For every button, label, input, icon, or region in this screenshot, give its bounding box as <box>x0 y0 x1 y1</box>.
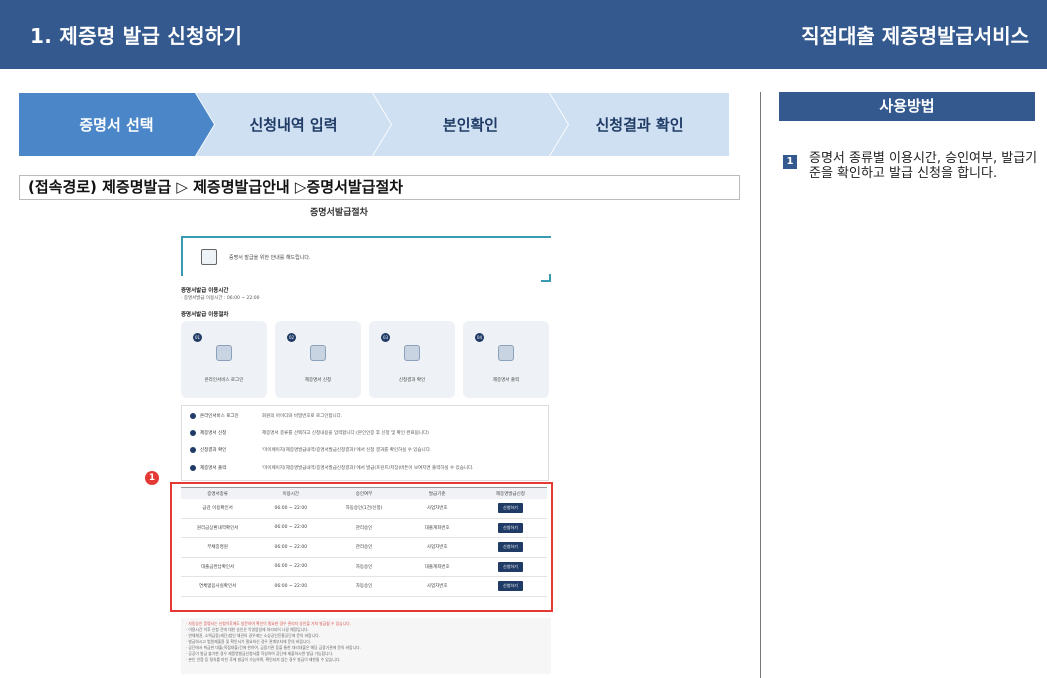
notes-box: · 자동승인 증명서는 신청이후에도 방문하여 확인이 필요한 경우 관리자 승… <box>181 618 551 674</box>
document-icon <box>201 249 217 265</box>
card-number: 01 <box>193 333 202 342</box>
highlight-box <box>170 482 553 612</box>
desc-label: 신청결과 확인 <box>190 447 250 453</box>
annotation-badge: 1 <box>145 471 159 485</box>
hours-title: 증명서발급 이용시간 <box>181 288 229 294</box>
procedure-descriptions: 온라인서비스 로그인 회원의 아이디와 비밀번호로 로그인합니다. 제증명서 신… <box>181 405 549 481</box>
card-number: 04 <box>475 333 484 342</box>
card-label: 제증명서 출력 <box>492 378 520 383</box>
service-name: 직접대출 제증명발급서비스 <box>801 24 1029 48</box>
embedded-title: 증명서발급절차 <box>310 208 368 218</box>
building-icon <box>310 345 326 361</box>
card-apply: 02 제증명서 신청 <box>275 321 361 398</box>
desc-row: 제증명서 신청 제증명서 종류를 선택하고 신청내용을 입력합니다.(본인인증 … <box>190 427 429 439</box>
usage-header: 사용방법 <box>779 92 1035 121</box>
card-label: 온라인서비스 로그인 <box>204 378 244 383</box>
card-result: 03 신청결과 확인 <box>369 321 455 398</box>
step-enter-details: 신청내역 입력 <box>196 93 391 156</box>
login-icon <box>216 345 232 361</box>
step-identity-check: 본인확인 <box>373 93 568 156</box>
desc-label: 제증명서 신청 <box>190 430 250 436</box>
step-select-certificate: 증명서 선택 <box>19 93 214 156</box>
usage-instruction: 증명서 종류별 이용시간, 승인여부, 발급기준을 확인하고 발급 신청을 합니… <box>809 151 1038 181</box>
step-progress: 증명서 선택 신청내역 입력 본인확인 신청결과 확인 <box>19 93 729 156</box>
card-login: 01 온라인서비스 로그인 <box>181 321 267 398</box>
hours-text: · 증명서발급 이용시간 : 06:00 ~ 22:00 <box>181 296 260 301</box>
desc-label: 제증명서 출력 <box>190 465 250 471</box>
step-check-result: 신청결과 확인 <box>550 93 729 156</box>
top-header: 1. 제증명 발급 신청하기 직접대출 제증명발급서비스 <box>0 0 1047 69</box>
printer-icon <box>498 345 514 361</box>
desc-row: 온라인서비스 로그인 회원의 아이디와 비밀번호로 로그인합니다. <box>190 410 342 422</box>
guide-banner: 증명서 발급을 위한 안내를 해드립니다. <box>181 236 551 282</box>
desc-text: 회원의 아이디와 비밀번호로 로그인합니다. <box>262 414 343 419</box>
desc-row: 신청결과 확인 '마이페이지(제증명발급내역/증명서발급신청결과)'에서 신청 … <box>190 444 431 456</box>
banner-text: 증명서 발급을 위한 안내를 해드립니다. <box>229 254 311 261</box>
procedure-title: 증명서발급 이용절차 <box>181 312 229 318</box>
access-route: (접속경로) 제증명발급 ▷ 제증명발급안내 ▷증명서발급절차 <box>19 175 740 200</box>
desc-text: 제증명서 종류를 선택하고 신청내용을 입력합니다.(본인인증 후 신청 및 확… <box>262 431 429 436</box>
card-label: 신청결과 확인 <box>398 378 426 383</box>
vertical-divider <box>760 92 761 678</box>
card-print: 04 제증명서 출력 <box>463 321 549 398</box>
monitor-icon <box>404 345 420 361</box>
desc-text: '마이페이지(제증명발급내역/증명서발급신청결과)'에서 발급(프린트/저장)버… <box>262 466 474 471</box>
desc-row: 제증명서 출력 '마이페이지(제증명발급내역/증명서발급신청결과)'에서 발급(… <box>190 462 474 474</box>
card-label: 제증명서 신청 <box>304 378 332 383</box>
desc-text: '마이페이지(제증명발급내역/증명서발급신청결과)'에서 신청 결과를 확인하실… <box>262 448 432 453</box>
usage-step-number: 1 <box>783 155 797 169</box>
page-title: 1. 제증명 발급 신청하기 <box>30 24 243 48</box>
card-number: 02 <box>287 333 296 342</box>
card-number: 03 <box>381 333 390 342</box>
banner-corner <box>541 274 551 282</box>
note-line: · 본인 인증 등 절차를 마친 후에 발급이 가능하며, 확인되지 않는 경우… <box>186 657 341 662</box>
desc-label: 온라인서비스 로그인 <box>190 413 250 419</box>
